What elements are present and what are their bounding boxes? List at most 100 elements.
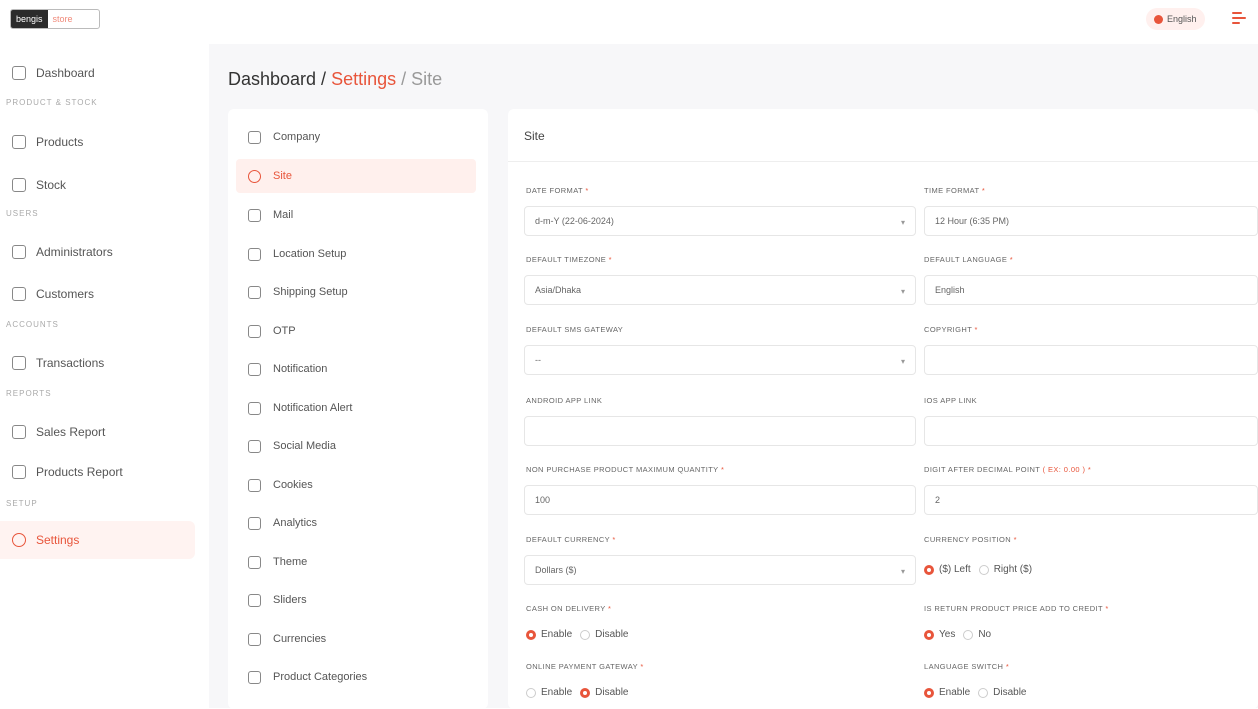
currency-position-label: CURRENCY POSITION *	[924, 535, 1017, 544]
chevron-down-icon: ▾	[900, 357, 905, 366]
sms-gateway-label: DEFAULT SMS GATEWAY	[526, 325, 624, 334]
date-format-select[interactable]: d-m-Y (22-06-2024) ▾	[524, 206, 916, 236]
sliders-icon	[248, 593, 261, 607]
currency-position-left-radio[interactable]: ($) Left	[924, 564, 971, 575]
settings-nav-notification-alert[interactable]: Notification Alert	[236, 391, 476, 425]
sidebar-item-settings[interactable]: Settings	[0, 521, 195, 559]
shipping-icon	[248, 285, 261, 299]
settings-nav-analytics[interactable]: Analytics	[236, 506, 476, 540]
sidebar-section-setup: SETUP	[6, 499, 38, 508]
settings-nav-cookies[interactable]: Cookies	[236, 468, 476, 502]
settings-nav-company[interactable]: Company	[236, 120, 476, 154]
currency-position-right-radio[interactable]: Right ($)	[978, 564, 1032, 575]
products-icon	[12, 135, 26, 149]
language-switch-disable-radio[interactable]: Disable	[978, 687, 1027, 698]
language-switch-enable-radio[interactable]: Enable	[924, 687, 970, 698]
settings-nav-notification[interactable]: Notification	[236, 352, 476, 386]
settings-nav-shipping[interactable]: Shipping Setup	[236, 275, 476, 309]
bell-alert-icon	[248, 401, 261, 415]
copyright-input[interactable]	[924, 345, 1258, 375]
cod-enable-radio[interactable]: Enable	[526, 629, 572, 640]
settings-nav-theme[interactable]: Theme	[236, 545, 476, 579]
sidebar-item-products[interactable]: Products	[0, 123, 195, 161]
date-format-label: DATE FORMAT *	[526, 186, 589, 195]
language-switch-group: Enable Disable	[924, 687, 1027, 698]
cod-disable-radio[interactable]: Disable	[580, 629, 629, 640]
cod-group: Enable Disable	[526, 629, 629, 640]
company-icon	[248, 130, 261, 144]
location-icon	[248, 247, 261, 261]
settings-nav-mail[interactable]: Mail	[236, 198, 476, 232]
online-payment-disable-radio[interactable]: Disable	[580, 687, 629, 698]
sidebar-section-product: PRODUCT & STOCK	[6, 98, 98, 107]
timezone-select[interactable]: Asia/Dhaka ▾	[524, 275, 916, 305]
language-label: DEFAULT LANGUAGE *	[924, 255, 1014, 264]
site-settings-panel: Site DATE FORMAT * d-m-Y (22-06-2024) ▾ T…	[508, 109, 1258, 709]
sidebar-item-customers[interactable]: Customers	[0, 275, 195, 313]
settings-nav: Company Site Mail Location Setup Shippin…	[228, 109, 488, 709]
breadcrumb-dashboard[interactable]: Dashboard /	[228, 69, 331, 89]
transactions-icon	[12, 356, 26, 370]
products-report-icon	[12, 465, 26, 479]
breadcrumb-settings[interactable]: Settings	[331, 69, 396, 89]
globe-icon	[1154, 14, 1163, 24]
main-content: Dashboard / Settings / Site Company Site…	[209, 44, 1258, 709]
sidebar: Dashboard PRODUCT & STOCK Products Stock…	[0, 48, 205, 708]
settings-nav-product-categories[interactable]: Product Categories	[236, 660, 476, 694]
currency-icon	[248, 632, 261, 646]
max-quantity-input[interactable]: 100	[524, 485, 916, 515]
cod-label: CASH ON DELIVERY *	[526, 604, 612, 613]
divider	[508, 161, 1258, 162]
categories-icon	[248, 670, 261, 684]
bell-icon	[248, 362, 261, 376]
sidebar-section-users: USERS	[6, 209, 39, 218]
sidebar-item-products-report[interactable]: Products Report	[0, 453, 195, 491]
sms-gateway-select[interactable]: -- ▾	[524, 345, 916, 375]
sidebar-item-dashboard[interactable]: Dashboard	[0, 54, 195, 92]
settings-nav-otp[interactable]: OTP	[236, 314, 476, 348]
sidebar-section-reports: REPORTS	[6, 389, 52, 398]
online-payment-label: ONLINE PAYMENT GATEWAY *	[526, 662, 644, 671]
online-payment-enable-radio[interactable]: Enable	[526, 687, 572, 698]
decimal-point-label: DIGIT AFTER DECIMAL POINT ( EX: 0.00 ) *	[924, 465, 1092, 474]
currency-select[interactable]: Dollars ($) ▾	[524, 555, 916, 585]
settings-nav-sliders[interactable]: Sliders	[236, 583, 476, 617]
decimal-point-input[interactable]: 2	[924, 485, 1258, 515]
logo-text-right: store	[52, 14, 73, 24]
android-link-label: ANDROID APP LINK	[526, 396, 603, 405]
ios-link-label: IOS APP LINK	[924, 396, 978, 405]
language-label: English	[1167, 14, 1197, 24]
panel-title: Site	[524, 129, 545, 143]
sidebar-item-stock[interactable]: Stock	[0, 166, 195, 204]
currency-position-group: ($) Left Right ($)	[924, 564, 1032, 575]
settings-nav-site[interactable]: Site	[236, 159, 476, 193]
cookie-icon	[248, 478, 261, 492]
sidebar-item-administrators[interactable]: Administrators	[0, 233, 195, 271]
stock-icon	[12, 178, 26, 192]
breadcrumb: Dashboard / Settings / Site	[228, 69, 442, 90]
menu-icon[interactable]	[1232, 9, 1250, 27]
max-quantity-label: NON PURCHASE PRODUCT MAXIMUM QUANTITY *	[526, 465, 725, 474]
settings-nav-location[interactable]: Location Setup	[236, 237, 476, 271]
android-link-input[interactable]	[524, 416, 916, 446]
brand-logo[interactable]: bengis store	[10, 9, 100, 29]
sidebar-item-transactions[interactable]: Transactions	[0, 344, 195, 382]
lock-icon	[248, 324, 261, 338]
chevron-down-icon: ▾	[900, 218, 905, 227]
ios-link-input[interactable]	[924, 416, 1258, 446]
sidebar-item-sales-report[interactable]: Sales Report	[0, 413, 195, 451]
currency-label: DEFAULT CURRENCY *	[526, 535, 616, 544]
return-credit-yes-radio[interactable]: Yes	[924, 629, 955, 640]
language-selector[interactable]: English	[1146, 8, 1205, 30]
online-payment-group: Enable Disable	[526, 687, 629, 698]
settings-nav-currencies[interactable]: Currencies	[236, 622, 476, 656]
time-format-select[interactable]: 12 Hour (6:35 PM)	[924, 206, 1258, 236]
settings-nav-social-media[interactable]: Social Media	[236, 429, 476, 463]
breadcrumb-site: / Site	[396, 69, 443, 89]
language-select[interactable]: English	[924, 275, 1258, 305]
logo-text-left: bengis	[11, 10, 48, 28]
mail-icon	[248, 208, 261, 222]
theme-icon	[248, 555, 261, 569]
return-credit-no-radio[interactable]: No	[963, 629, 991, 640]
timezone-label: DEFAULT TIMEZONE *	[526, 255, 612, 264]
